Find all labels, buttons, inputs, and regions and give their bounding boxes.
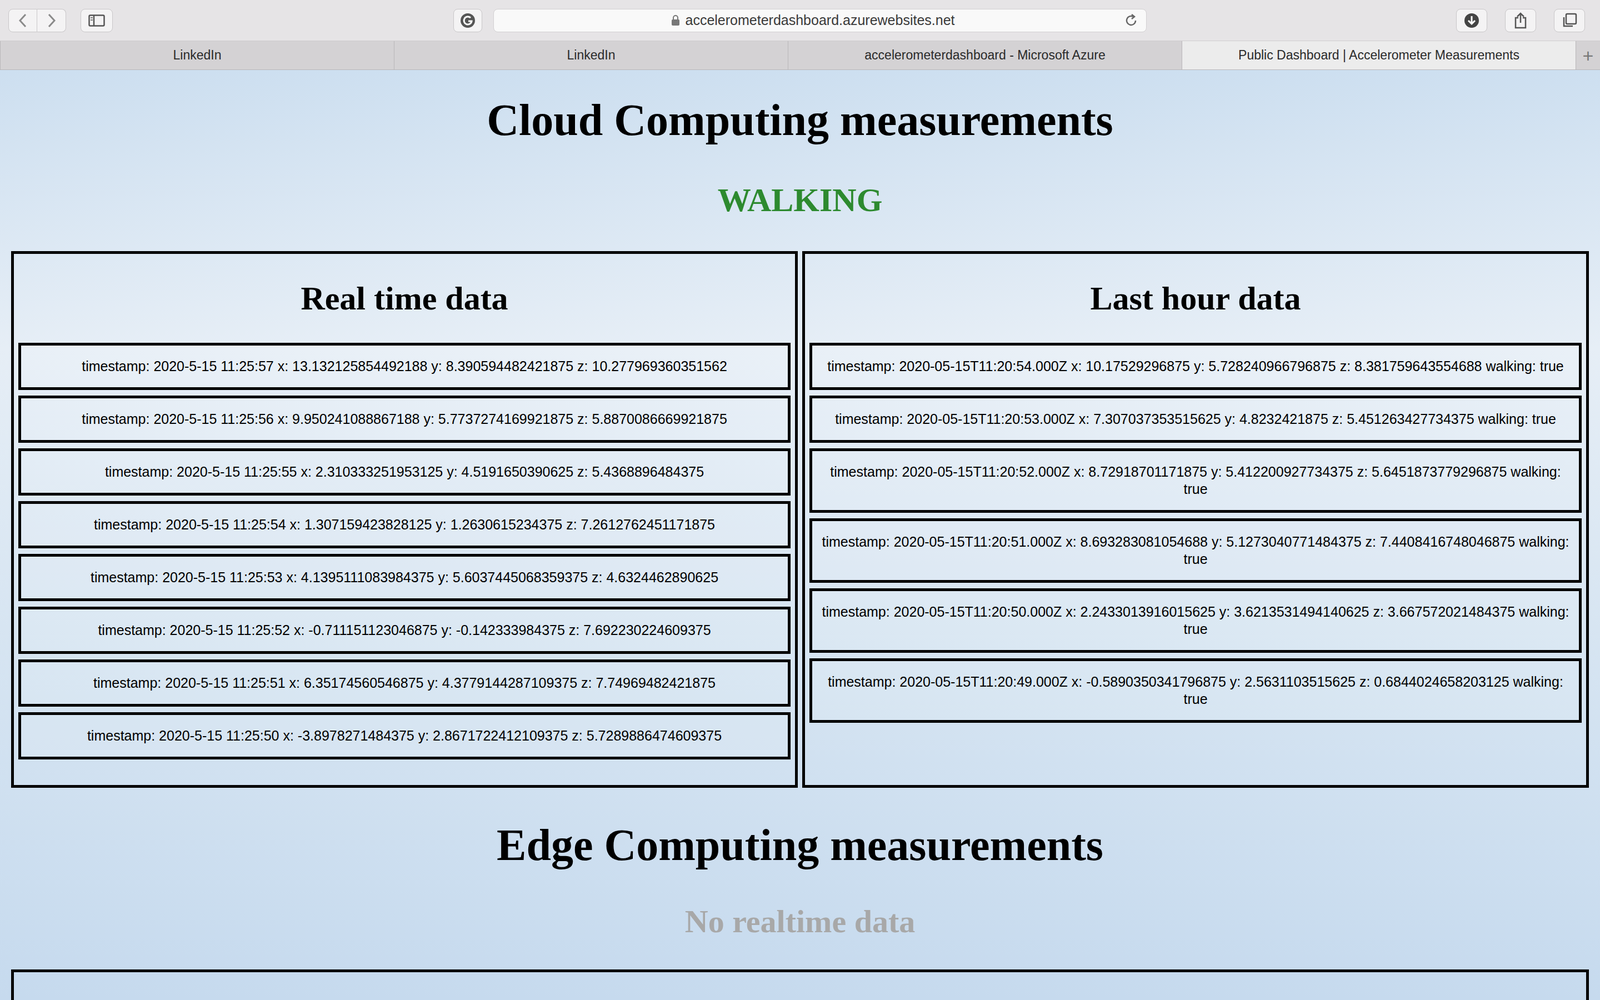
realtime-panel: Real time data timestamp: 2020-5-15 11:2… bbox=[11, 251, 798, 788]
browser-tab[interactable]: LinkedIn bbox=[0, 41, 394, 70]
tab-label: LinkedIn bbox=[173, 45, 222, 65]
edge-title: Edge Computing measurements bbox=[496, 819, 1104, 871]
measurement-row: timestamp: 2020-5-15 11:25:55 x: 2.31033… bbox=[18, 448, 791, 496]
measurement-row: timestamp: 2020-05-15T11:20:52.000Z x: 8… bbox=[809, 448, 1582, 513]
tab-label: accelerometerdashboard - Microsoft Azure bbox=[864, 45, 1105, 65]
page: Cloud Computing measurements WALKING Rea… bbox=[0, 70, 1600, 1000]
measurement-text: timestamp: 2020-5-15 11:25:50 x: -3.8978… bbox=[87, 727, 722, 744]
browser-toolbar: accelerometerdashboard.azurewebsites.net bbox=[0, 0, 1600, 42]
browser-tab[interactable]: Public Dashboard | Accelerometer Measure… bbox=[1181, 41, 1576, 70]
address-text: accelerometerdashboard.azurewebsites.net bbox=[685, 10, 955, 32]
last-hour-list[interactable]: timestamp: 2020-05-15T11:20:54.000Z x: 1… bbox=[805, 342, 1587, 785]
measurement-text: timestamp: 2020-05-15T11:20:51.000Z x: 8… bbox=[821, 533, 1569, 567]
share-icon[interactable] bbox=[1505, 8, 1537, 33]
lock-icon bbox=[671, 15, 680, 27]
measurement-row: timestamp: 2020-05-15T11:20:51.000Z x: 8… bbox=[809, 518, 1582, 583]
measurement-text: timestamp: 2020-5-15 11:25:54 x: 1.30715… bbox=[93, 516, 715, 533]
panel-title: Last hour data bbox=[805, 253, 1587, 343]
edge-panel bbox=[11, 969, 1589, 1000]
last-hour-panel: Last hour data timestamp: 2020-05-15T11:… bbox=[802, 251, 1589, 788]
grammarly-icon[interactable] bbox=[453, 8, 483, 33]
panel-title: Real time data bbox=[13, 253, 795, 343]
tabs-overview-icon[interactable] bbox=[1553, 8, 1585, 33]
measurement-row: timestamp: 2020-5-15 11:25:53 x: 4.13951… bbox=[18, 553, 791, 602]
browser-tab[interactable]: LinkedIn bbox=[393, 41, 788, 70]
measurement-text: timestamp: 2020-05-15T11:20:53.000Z x: 7… bbox=[835, 411, 1557, 427]
measurement-text: timestamp: 2020-05-15T11:20:49.000Z x: -… bbox=[827, 673, 1564, 707]
tab-label: Public Dashboard | Accelerometer Measure… bbox=[1238, 45, 1520, 65]
measurement-row: timestamp: 2020-5-15 11:25:52 x: -0.7111… bbox=[18, 606, 791, 654]
address-bar[interactable]: accelerometerdashboard.azurewebsites.net bbox=[493, 8, 1147, 33]
realtime-list[interactable]: timestamp: 2020-5-15 11:25:57 x: 13.1321… bbox=[13, 342, 795, 785]
tab-label: LinkedIn bbox=[567, 45, 616, 65]
measurement-row: timestamp: 2020-05-15T11:20:49.000Z x: -… bbox=[809, 658, 1582, 723]
tab-bar: LinkedIn LinkedIn accelerometerdashboard -… bbox=[0, 41, 1600, 70]
forward-icon[interactable] bbox=[37, 8, 67, 33]
edge-status: No realtime data bbox=[685, 901, 916, 942]
measurement-row: timestamp: 2020-05-15T11:20:53.000Z x: 7… bbox=[809, 395, 1582, 443]
reload-icon[interactable] bbox=[1123, 13, 1139, 28]
download-icon[interactable] bbox=[1456, 8, 1488, 33]
measurement-row: timestamp: 2020-5-15 11:25:50 x: -3.8978… bbox=[18, 712, 791, 760]
cloud-title: Cloud Computing measurements bbox=[486, 94, 1114, 146]
measurement-text: timestamp: 2020-5-15 11:25:57 x: 13.1321… bbox=[81, 358, 728, 374]
measurement-row: timestamp: 2020-5-15 11:25:56 x: 9.95024… bbox=[18, 395, 791, 443]
measurement-text: timestamp: 2020-5-15 11:25:55 x: 2.31033… bbox=[105, 463, 704, 480]
measurement-row: timestamp: 2020-5-15 11:25:54 x: 1.30715… bbox=[18, 501, 791, 549]
measurement-row: timestamp: 2020-05-15T11:20:54.000Z x: 1… bbox=[809, 342, 1582, 390]
measurement-text: timestamp: 2020-5-15 11:25:51 x: 6.35174… bbox=[93, 675, 716, 691]
measurement-row: timestamp: 2020-5-15 11:25:51 x: 6.35174… bbox=[18, 659, 791, 707]
new-tab-button[interactable]: + bbox=[1575, 41, 1600, 70]
measurement-text: timestamp: 2020-05-15T11:20:52.000Z x: 8… bbox=[830, 463, 1561, 497]
back-icon[interactable] bbox=[8, 8, 38, 33]
measurement-row: timestamp: 2020-05-15T11:20:50.000Z x: 2… bbox=[809, 588, 1582, 653]
cloud-status: WALKING bbox=[717, 180, 883, 220]
measurement-text: timestamp: 2020-05-15T11:20:50.000Z x: 2… bbox=[821, 603, 1569, 637]
measurement-text: timestamp: 2020-5-15 11:25:53 x: 4.13951… bbox=[90, 569, 719, 585]
measurement-text: timestamp: 2020-5-15 11:25:52 x: -0.7111… bbox=[97, 622, 711, 638]
measurement-row: timestamp: 2020-5-15 11:25:57 x: 13.1321… bbox=[18, 342, 791, 390]
sidebar-icon[interactable] bbox=[80, 8, 113, 33]
browser-tab[interactable]: accelerometerdashboard - Microsoft Azure bbox=[787, 41, 1182, 70]
measurement-text: timestamp: 2020-05-15T11:20:54.000Z x: 1… bbox=[827, 358, 1564, 374]
measurement-text: timestamp: 2020-5-15 11:25:56 x: 9.95024… bbox=[81, 411, 728, 427]
